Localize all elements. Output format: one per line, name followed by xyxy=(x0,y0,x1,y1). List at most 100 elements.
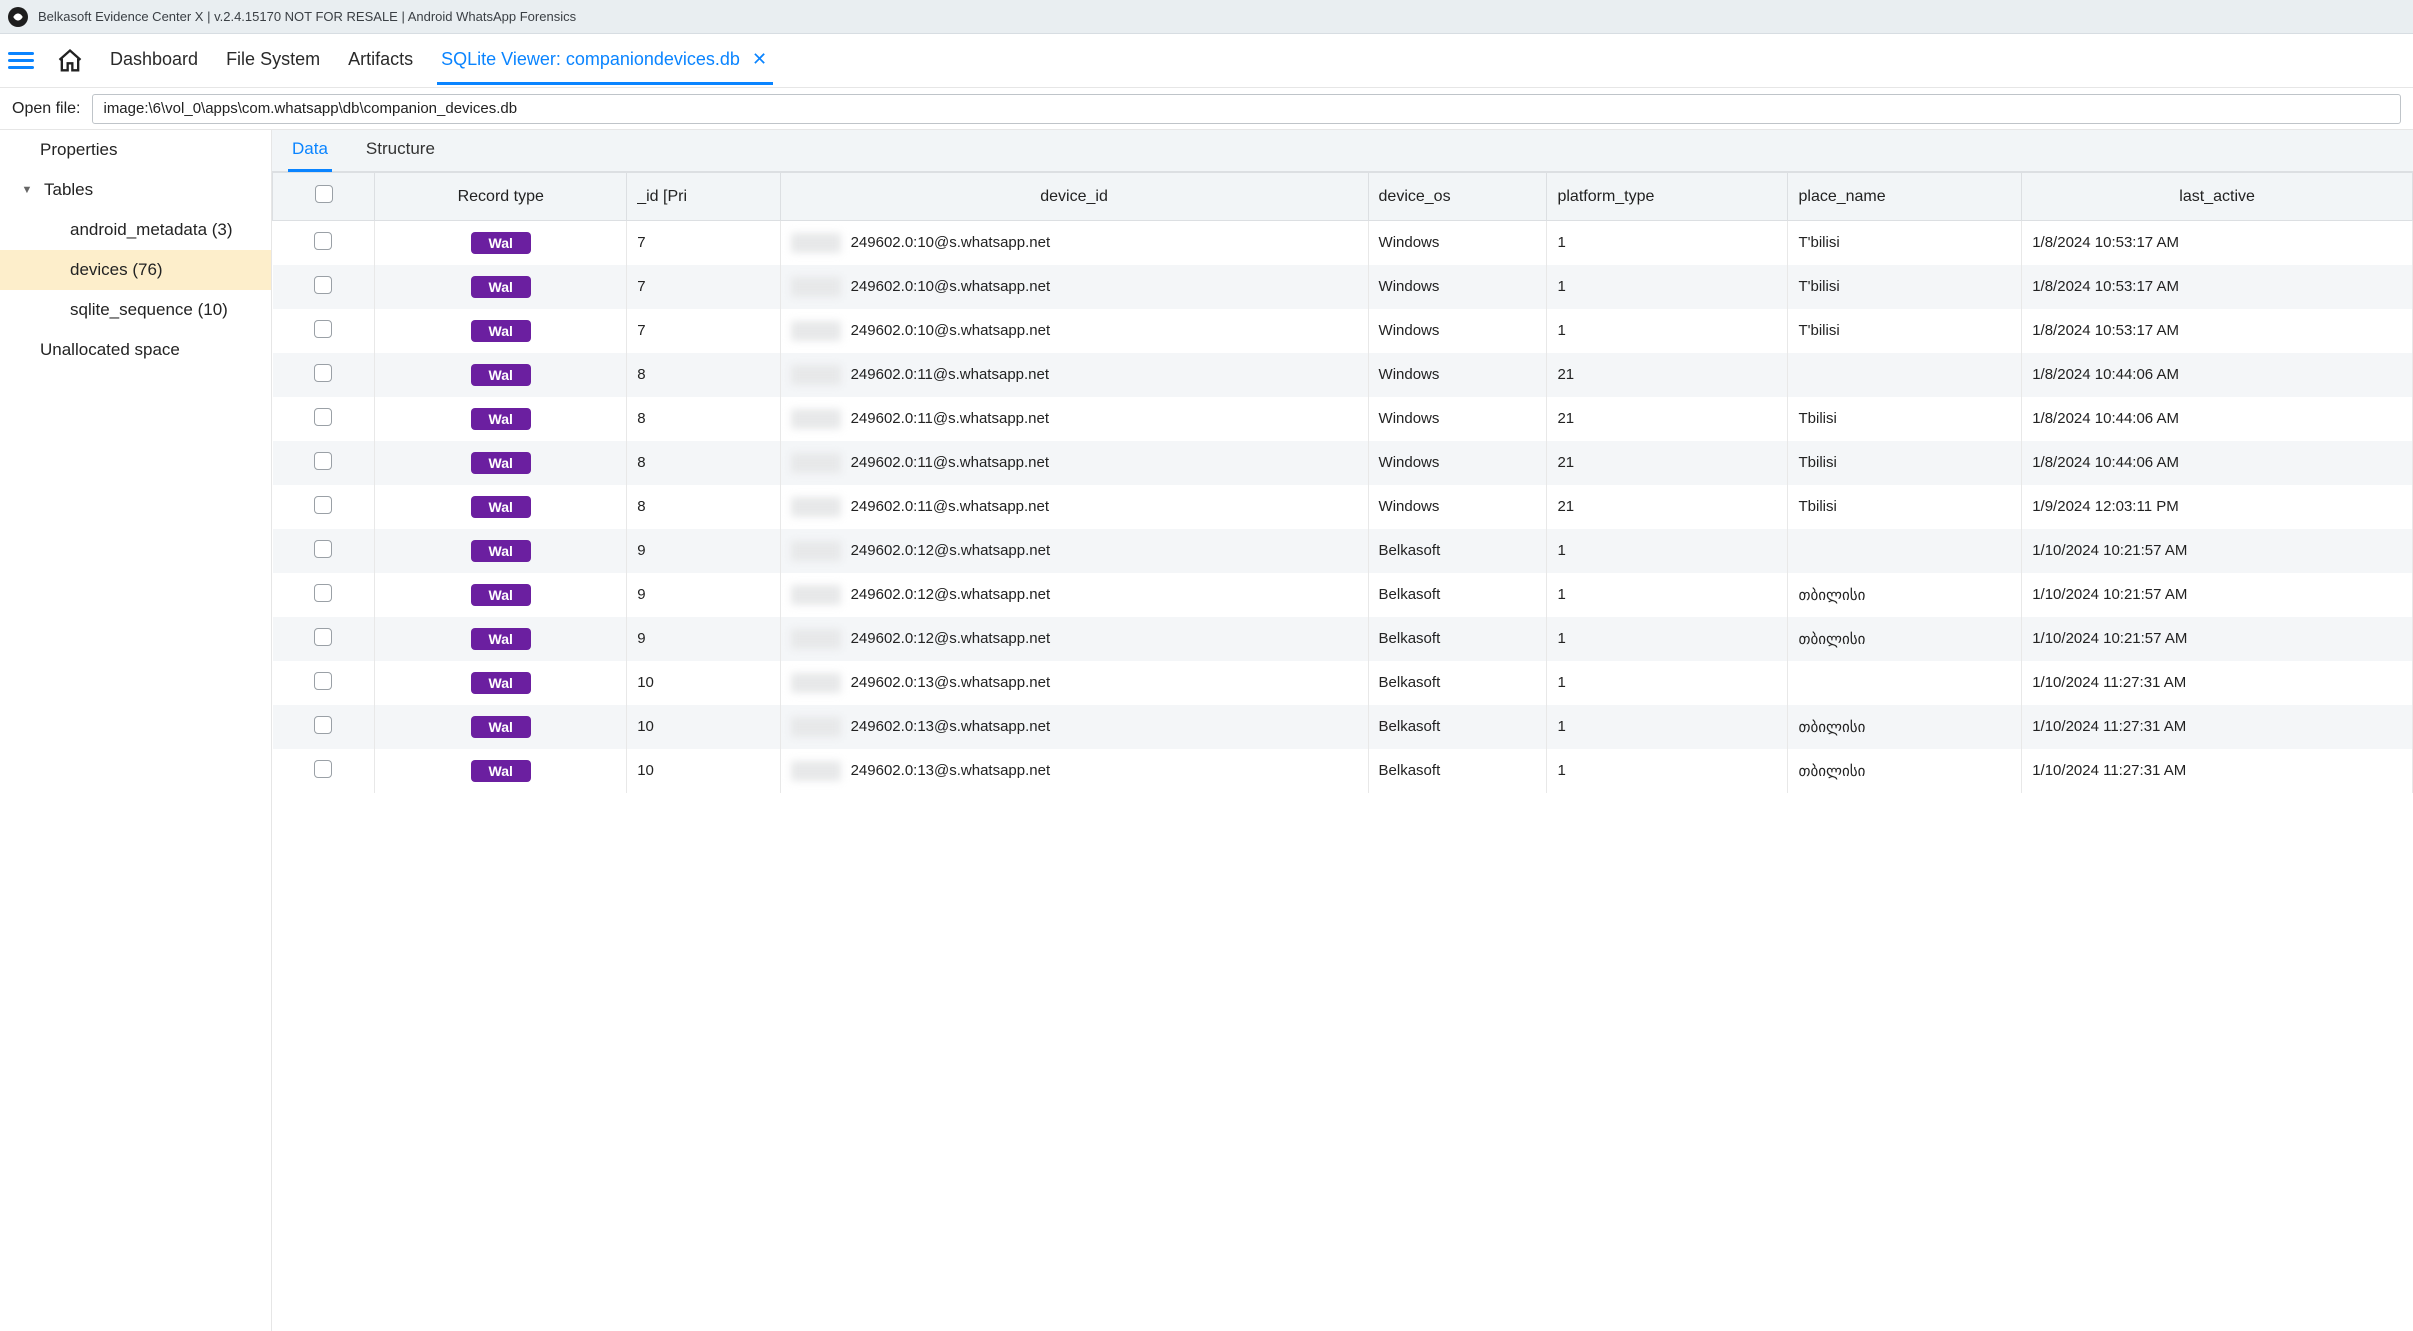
tree-unallocated[interactable]: Unallocated space xyxy=(0,330,271,370)
row-checkbox[interactable] xyxy=(314,760,332,778)
nav-sqlite-viewer[interactable]: SQLite Viewer: companiondevices.db ✕ xyxy=(437,37,773,85)
row-checkbox[interactable] xyxy=(314,276,332,294)
wal-badge: Wal xyxy=(471,628,531,650)
redacted-segment xyxy=(791,673,841,693)
subtab-data[interactable]: Data xyxy=(288,130,332,172)
tree-table-label: sqlite_sequence (10) xyxy=(0,300,228,320)
col-id[interactable]: _id [Pri xyxy=(627,173,780,221)
redacted-segment xyxy=(791,585,841,605)
cell-last-active: 1/8/2024 10:53:17 AM xyxy=(2022,221,2413,265)
row-checkbox[interactable] xyxy=(314,452,332,470)
table-row[interactable]: Wal7249602.0:10@s.whatsapp.netWindows1T'… xyxy=(273,309,2413,353)
row-checkbox-cell xyxy=(273,221,375,265)
tree-table-devices[interactable]: devices (76) xyxy=(0,250,271,290)
cell-device-id: 249602.0:12@s.whatsapp.net xyxy=(780,617,1368,661)
row-checkbox[interactable] xyxy=(314,540,332,558)
col-device-os[interactable]: device_os xyxy=(1368,173,1547,221)
table-row[interactable]: Wal9249602.0:12@s.whatsapp.netBelkasoft1… xyxy=(273,529,2413,573)
subtab-structure[interactable]: Structure xyxy=(362,130,439,172)
wal-badge: Wal xyxy=(471,716,531,738)
cell-id: 9 xyxy=(627,617,780,661)
checkbox-header[interactable] xyxy=(315,185,333,203)
row-checkbox[interactable] xyxy=(314,584,332,602)
tree-table-android-metadata[interactable]: android_metadata (3) xyxy=(0,210,271,250)
row-checkbox-cell xyxy=(273,265,375,309)
nav-file-system[interactable]: File System xyxy=(222,37,324,85)
row-checkbox[interactable] xyxy=(314,364,332,382)
redacted-segment xyxy=(791,233,841,253)
tree-properties[interactable]: Properties xyxy=(0,130,271,170)
cell-device-os: Belkasoft xyxy=(1368,529,1547,573)
redacted-segment xyxy=(791,277,841,297)
wal-badge: Wal xyxy=(471,320,531,342)
cell-device-id: 249602.0:11@s.whatsapp.net xyxy=(780,397,1368,441)
wal-badge: Wal xyxy=(471,408,531,430)
cell-device-id: 249602.0:13@s.whatsapp.net xyxy=(780,705,1368,749)
cell-id: 8 xyxy=(627,397,780,441)
cell-device-os: Windows xyxy=(1368,265,1547,309)
col-platform-type[interactable]: platform_type xyxy=(1547,173,1788,221)
cell-record-type: Wal xyxy=(375,485,627,529)
row-checkbox-cell xyxy=(273,397,375,441)
tree-tables[interactable]: ▼ Tables xyxy=(0,170,271,210)
table-row[interactable]: Wal8249602.0:11@s.whatsapp.netWindows211… xyxy=(273,353,2413,397)
cell-place-name: თბილისი xyxy=(1788,617,2022,661)
wal-badge: Wal xyxy=(471,276,531,298)
cell-platform-type: 1 xyxy=(1547,617,1788,661)
wal-badge: Wal xyxy=(471,584,531,606)
redacted-segment xyxy=(791,453,841,473)
table-row[interactable]: Wal10249602.0:13@s.whatsapp.netBelkasoft… xyxy=(273,705,2413,749)
cell-id: 9 xyxy=(627,529,780,573)
openfile-input[interactable] xyxy=(92,94,2401,124)
row-checkbox[interactable] xyxy=(314,232,332,250)
col-record-type[interactable]: Record type xyxy=(375,173,627,221)
row-checkbox[interactable] xyxy=(314,496,332,514)
col-last-active[interactable]: last_active xyxy=(2022,173,2413,221)
table-row[interactable]: Wal8249602.0:11@s.whatsapp.netWindows21T… xyxy=(273,485,2413,529)
table-row[interactable]: Wal8249602.0:11@s.whatsapp.netWindows21T… xyxy=(273,397,2413,441)
table-row[interactable]: Wal8249602.0:11@s.whatsapp.netWindows21T… xyxy=(273,441,2413,485)
cell-place-name: თბილისი xyxy=(1788,705,2022,749)
tree-tables-label: Tables xyxy=(40,180,93,200)
table-row[interactable]: Wal10249602.0:13@s.whatsapp.netBelkasoft… xyxy=(273,661,2413,705)
device-id-text: 249602.0:12@s.whatsapp.net xyxy=(851,586,1051,603)
nav-sqlite-viewer-label: SQLite Viewer: companiondevices.db xyxy=(441,49,740,70)
close-tab-icon[interactable]: ✕ xyxy=(750,49,769,70)
table-row[interactable]: Wal9249602.0:12@s.whatsapp.netBelkasoft1… xyxy=(273,617,2413,661)
cell-record-type: Wal xyxy=(375,573,627,617)
row-checkbox[interactable] xyxy=(314,672,332,690)
col-checkbox[interactable] xyxy=(273,173,375,221)
device-id-text: 249602.0:10@s.whatsapp.net xyxy=(851,322,1051,339)
cell-record-type: Wal xyxy=(375,309,627,353)
home-icon[interactable] xyxy=(54,45,86,77)
row-checkbox[interactable] xyxy=(314,716,332,734)
titlebar-text: Belkasoft Evidence Center X | v.2.4.1517… xyxy=(38,9,576,24)
nav-dashboard[interactable]: Dashboard xyxy=(106,37,202,85)
table-row[interactable]: Wal10249602.0:13@s.whatsapp.netBelkasoft… xyxy=(273,749,2413,793)
chevron-down-icon[interactable]: ▼ xyxy=(18,184,36,196)
cell-device-os: Belkasoft xyxy=(1368,749,1547,793)
col-place-name[interactable]: place_name xyxy=(1788,173,2022,221)
cell-record-type: Wal xyxy=(375,441,627,485)
data-table-wrap[interactable]: Record type _id [Pri device_id device_os… xyxy=(272,172,2413,1331)
cell-place-name: თბილისი xyxy=(1788,749,2022,793)
col-device-id[interactable]: device_id xyxy=(780,173,1368,221)
cell-id: 10 xyxy=(627,661,780,705)
subtabs: Data Structure xyxy=(272,130,2413,172)
sidebar-tree[interactable]: Properties ▼ Tables android_metadata (3)… xyxy=(0,130,272,1331)
row-checkbox-cell xyxy=(273,353,375,397)
row-checkbox-cell xyxy=(273,309,375,353)
menu-hamburger-icon[interactable] xyxy=(8,51,34,71)
cell-platform-type: 1 xyxy=(1547,705,1788,749)
table-row[interactable]: Wal7249602.0:10@s.whatsapp.netWindows1T'… xyxy=(273,265,2413,309)
openfile-label: Open file: xyxy=(12,100,80,118)
table-row[interactable]: Wal7249602.0:10@s.whatsapp.netWindows1T'… xyxy=(273,221,2413,265)
app-icon xyxy=(8,7,28,27)
table-row[interactable]: Wal9249602.0:12@s.whatsapp.netBelkasoft1… xyxy=(273,573,2413,617)
tree-table-sqlite-sequence[interactable]: sqlite_sequence (10) xyxy=(0,290,271,330)
row-checkbox[interactable] xyxy=(314,628,332,646)
row-checkbox[interactable] xyxy=(314,408,332,426)
row-checkbox-cell xyxy=(273,617,375,661)
row-checkbox[interactable] xyxy=(314,320,332,338)
nav-artifacts[interactable]: Artifacts xyxy=(344,37,417,85)
